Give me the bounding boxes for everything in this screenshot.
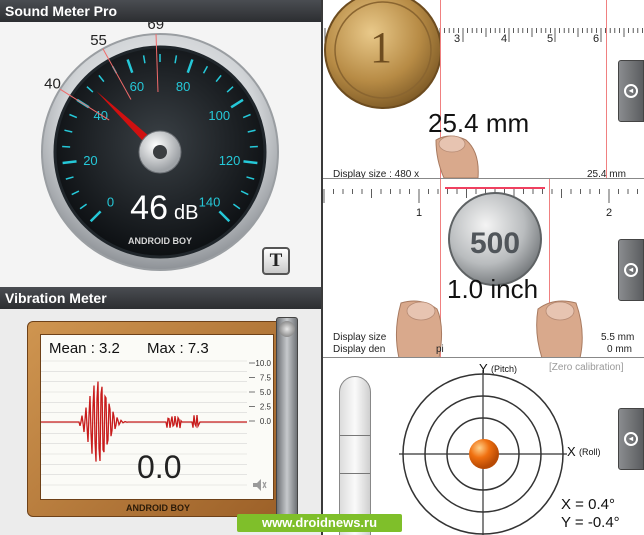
- gauge-hub-center: [153, 145, 167, 159]
- coin-one-dollar: 1: [324, 0, 441, 109]
- watermark-text: www.droidnews.ru: [261, 515, 378, 530]
- coin-five-hundred: 500: [448, 192, 542, 286]
- ruler-mid-tick-1: 1: [416, 207, 423, 219]
- ruler-top-tick-5: 5: [547, 33, 554, 45]
- measure-line-right: [606, 0, 607, 178]
- level-side-button[interactable]: ◂: [618, 408, 644, 470]
- gauge-label: 140: [199, 194, 221, 209]
- ruler-top-panel: 3 4 5 6 1 25.4 mm Display size : 480 x 2…: [323, 0, 644, 178]
- scale-label: 0.0: [260, 417, 272, 426]
- watermark: www.droidnews.ru: [237, 514, 402, 532]
- ruler-top-readout: 25.4 mm: [587, 169, 626, 178]
- mean-label: Mean : 3.2: [49, 340, 120, 357]
- vibration-slider-cap[interactable]: [279, 321, 295, 337]
- gauge-label: 80: [176, 79, 190, 94]
- gauge-label: 100: [208, 108, 230, 123]
- gauge-label: 120: [219, 153, 241, 168]
- ruler-mid-tick-2: 2: [606, 207, 613, 219]
- gauge-label: 60: [130, 79, 144, 94]
- vibration-brand: ANDROID BOY: [126, 503, 191, 513]
- vibration-meter-panel: Vibration Meter 10.0 7.5 5.0 2.5 0.0 Mean : …: [0, 287, 322, 535]
- measure-arrow: [445, 187, 545, 189]
- ruler-mid-measurement: 1.0 inch: [447, 274, 539, 304]
- max-label: Max : 7.3: [147, 340, 209, 357]
- vertical-level-tube: [339, 376, 371, 535]
- ruler-mid-readout-2: 0 mm: [607, 344, 632, 355]
- db-value: 46: [130, 189, 168, 227]
- ruler-top-tick-6: 6: [593, 33, 600, 45]
- ruler-top-tick-4: 4: [501, 33, 508, 45]
- vibration-slider-track[interactable]: [276, 317, 298, 517]
- scale-label: 10.0: [255, 359, 271, 368]
- scale-label: 5.0: [260, 388, 272, 397]
- finger-mid-right: [536, 300, 583, 357]
- y-angle-value: Y = -0.4°: [561, 514, 620, 531]
- marker-label: 69: [147, 22, 164, 33]
- ruler-top-side-button[interactable]: ◂: [618, 60, 644, 122]
- x-angle-value: X = 0.4°: [561, 496, 615, 513]
- back-icon-level: ◂: [624, 432, 638, 446]
- db-unit: dB: [174, 202, 198, 224]
- y-axis-sub: (Pitch): [491, 364, 518, 374]
- speaker-icon[interactable]: [251, 477, 267, 493]
- back-icon-mid: ◂: [624, 263, 638, 277]
- t-button-label: T: [269, 250, 283, 271]
- ruler-mid-panel: 1 2 500 1.0 inch Display size Display de…: [323, 178, 644, 357]
- vibration-value: 0.0: [137, 449, 182, 485]
- marker-label: 40: [44, 75, 61, 92]
- gauge-label: 20: [83, 153, 97, 168]
- level-panel: [Zero calibration] Y (Pitch) X (Roll) X …: [323, 357, 644, 535]
- ruler-mid-display-size: Display size: [333, 332, 387, 343]
- gauge-label: 0: [107, 194, 114, 209]
- x-axis-sub: (Roll): [579, 447, 601, 457]
- ruler-top-tick-3: 3: [454, 33, 461, 45]
- sound-brand: ANDROID BOY: [128, 236, 192, 246]
- ruler-mid-display-density: Display den: [333, 344, 386, 355]
- vibration-meter-title: Vibration Meter: [0, 287, 322, 309]
- vibration-scale: 10.0 7.5 5.0 2.5 0.0: [249, 359, 272, 426]
- sound-meter-title: Sound Meter Pro: [0, 0, 322, 22]
- ruler-top-display-size: Display size : 480 x: [333, 169, 420, 178]
- gauge-tick: [62, 160, 77, 165]
- graph-paper: 10.0 7.5 5.0 2.5 0.0 Mean : 3.2 Max : 7.3 0.…: [40, 334, 274, 500]
- svg-text:1: 1: [370, 23, 392, 72]
- gauge-tick: [243, 160, 258, 165]
- finger-top: [435, 135, 479, 178]
- x-axis-label: X: [567, 444, 576, 459]
- y-axis-label: Y: [479, 361, 488, 376]
- level-bubble: [469, 439, 499, 469]
- t-button[interactable]: T: [262, 247, 290, 275]
- bubble-level: [399, 370, 567, 535]
- ruler-mid-side-button[interactable]: ◂: [618, 239, 644, 301]
- back-icon: ◂: [624, 84, 638, 98]
- marker-label: 55: [90, 32, 107, 49]
- sound-meter-panel: Sound Meter Pro 020406080100120140 40556…: [0, 0, 322, 287]
- wood-frame: 10.0 7.5 5.0 2.5 0.0 Mean : 3.2 Max : 7.3 0.…: [27, 321, 293, 517]
- scale-label: 2.5: [260, 403, 272, 412]
- ruler-mid-readout-1: 5.5 mm: [601, 332, 635, 343]
- svg-text:500: 500: [470, 227, 520, 260]
- scale-label: 7.5: [260, 374, 272, 383]
- ruler-mid-density-suffix: pi: [436, 344, 444, 355]
